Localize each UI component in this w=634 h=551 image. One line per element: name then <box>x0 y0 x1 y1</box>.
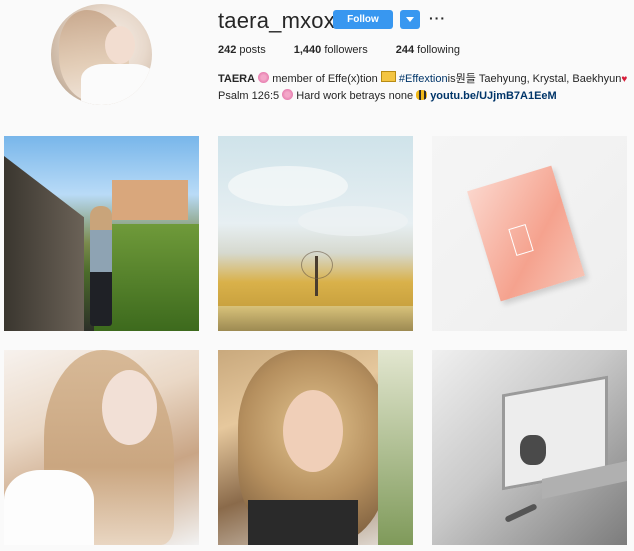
post-girl-on-path[interactable] <box>4 136 199 331</box>
bio-membership-text: member of Effe(x)tion <box>272 73 378 85</box>
followers-count[interactable]: 1,440 followers <box>294 44 368 56</box>
cloud-shape <box>298 206 408 236</box>
profile-bio: TAERA member of Effe(x)tion #Effextionis… <box>218 71 628 104</box>
bio-favorites-text: is뭔들 Taehyung, Krystal, Baekhyun <box>447 73 622 85</box>
bio-hashtag-link[interactable]: #Effextion <box>399 73 448 85</box>
post-mirror-reflection-bw[interactable] <box>432 350 627 545</box>
tree-crown <box>301 251 333 279</box>
posts-count: 242 posts <box>218 44 266 56</box>
cloud-shape <box>228 166 348 206</box>
bio-external-link[interactable]: youtu.be/UJjmB7A1EeM <box>430 90 557 102</box>
face-shape <box>102 370 157 445</box>
follow-button[interactable]: Follow <box>333 10 393 29</box>
shirt-shape <box>4 470 94 545</box>
cherry-blossom-icon <box>258 72 270 83</box>
avatar-face <box>105 26 135 64</box>
ticket-icon <box>380 71 396 82</box>
following-label[interactable]: following <box>417 44 460 56</box>
heart-icon: ♥ <box>621 74 628 85</box>
suggestions-dropdown-button[interactable] <box>400 10 420 29</box>
bio-motto-text: Hard work betrays none <box>296 90 414 102</box>
avatar-shirt <box>81 64 152 105</box>
window-shape <box>378 350 413 545</box>
stream-shape <box>218 306 413 331</box>
bee-icon <box>416 90 428 100</box>
post-selfie-blonde-hair[interactable] <box>4 350 199 545</box>
girl-figure <box>90 206 112 326</box>
mirror-reflection <box>520 435 546 465</box>
post-peach-album-cover[interactable] <box>432 136 627 331</box>
chevron-down-icon <box>406 17 414 22</box>
following-number[interactable]: 244 <box>396 44 414 56</box>
bio-line-2: Psalm 126:5 Hard work betrays none youtu… <box>218 88 628 104</box>
bio-full-name: TAERA <box>218 73 256 85</box>
followers-label[interactable]: followers <box>324 44 367 56</box>
profile-username: taera_mxox <box>218 8 335 33</box>
wall-shape <box>4 156 84 331</box>
bio-verse-text: Psalm 126:5 <box>218 90 280 102</box>
post-selfie-curly-hair[interactable] <box>218 350 413 545</box>
post-tree-in-field[interactable] <box>218 136 413 331</box>
profile-avatar[interactable] <box>51 4 152 105</box>
posts-number: 242 <box>218 44 237 56</box>
bio-line-1: TAERA member of Effe(x)tion #Effextionis… <box>218 71 628 88</box>
posts-label: posts <box>239 44 266 56</box>
profile-stats: 242 posts 1,440 followers 244 following <box>218 44 488 56</box>
followers-number[interactable]: 1,440 <box>294 44 322 56</box>
face-shape <box>283 390 343 472</box>
door-handle <box>504 503 538 523</box>
house-shape <box>112 180 188 220</box>
cherry-blossom-icon <box>282 89 294 100</box>
following-count[interactable]: 244 following <box>396 44 460 56</box>
more-options-button[interactable]: ··· <box>429 11 446 25</box>
shirt-shape <box>248 500 358 545</box>
